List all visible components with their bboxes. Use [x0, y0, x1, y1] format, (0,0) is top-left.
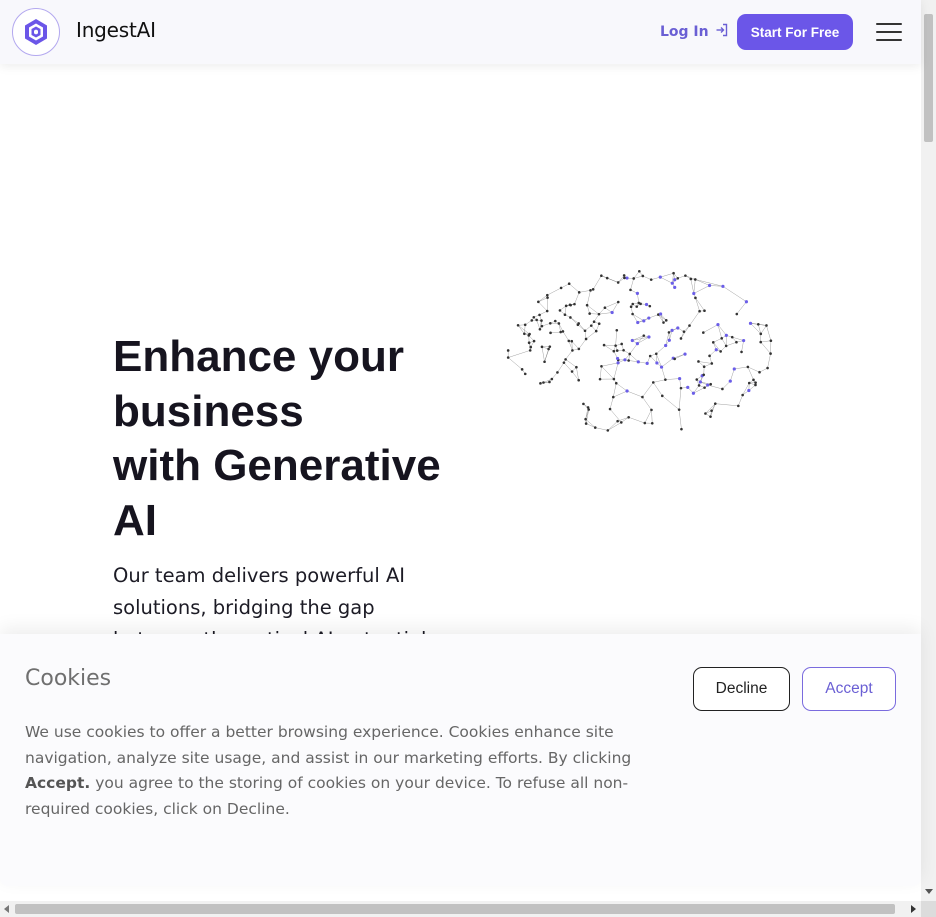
- menu-line: [876, 31, 902, 33]
- hamburger-menu-icon[interactable]: [874, 20, 904, 44]
- hexagon-logo-icon[interactable]: [12, 8, 60, 56]
- decline-button[interactable]: Decline: [693, 667, 790, 711]
- hero-title: Enhance your business with Generative AI: [113, 330, 473, 548]
- scroll-down-arrow-icon[interactable]: [925, 889, 933, 894]
- site-header: IngestAI Log In Start For Free: [0, 0, 921, 64]
- hero-title-line: business: [113, 386, 304, 436]
- brand-name[interactable]: IngestAI: [76, 18, 156, 42]
- login-arrow-icon: [715, 23, 729, 41]
- menu-line: [876, 39, 902, 41]
- login-label: Log In: [660, 24, 709, 40]
- hero-subtitle-line: Our team delivers powerful AI: [113, 564, 406, 587]
- horizontal-scrollbar[interactable]: [0, 901, 921, 917]
- brain-network-icon: [506, 269, 773, 432]
- cookie-text-after: you agree to the storing of cookies on y…: [25, 774, 629, 818]
- scroll-right-arrow-icon[interactable]: [911, 905, 916, 913]
- hero-title-line: with Generative: [113, 441, 441, 490]
- cookie-description: We use cookies to offer a better browsin…: [25, 720, 653, 822]
- scrollbar-corner: [921, 901, 936, 917]
- hero-title-line: AI: [113, 495, 157, 545]
- cookie-text-before: We use cookies to offer a better browsin…: [25, 723, 632, 767]
- horizontal-scroll-thumb[interactable]: [15, 904, 895, 914]
- cookie-text-bold: Accept.: [25, 774, 91, 792]
- menu-line: [876, 23, 902, 25]
- hero-subtitle-line: solutions, bridging the gap: [113, 596, 375, 619]
- login-link[interactable]: Log In: [660, 23, 729, 41]
- vertical-scrollbar[interactable]: [921, 0, 936, 901]
- hero-title-line: Enhance your: [113, 332, 404, 381]
- accept-button[interactable]: Accept: [802, 667, 896, 711]
- scroll-left-arrow-icon[interactable]: [4, 905, 9, 913]
- network-nodes: [506, 269, 773, 432]
- start-for-free-button[interactable]: Start For Free: [737, 14, 853, 50]
- cookie-title: Cookies: [25, 666, 112, 691]
- vertical-scroll-thumb[interactable]: [924, 14, 933, 142]
- cookie-banner: Cookies We use cookies to offer a better…: [0, 634, 921, 886]
